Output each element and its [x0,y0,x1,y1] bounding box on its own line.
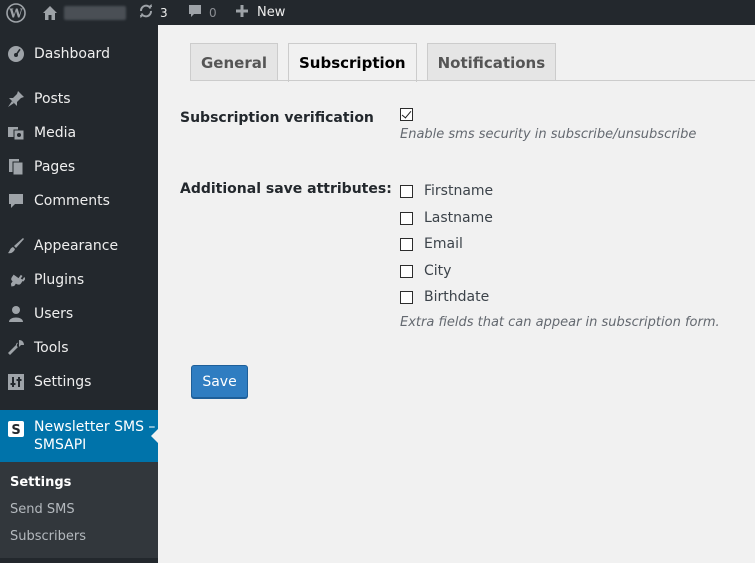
wrench-icon [6,338,26,358]
attribute-birthdate[interactable]: Birthdate [400,288,489,306]
sidebar-item-label: Plugins [34,272,85,288]
tab-subscription[interactable]: Subscription [288,43,417,82]
sidebar-item-label: Media [34,125,77,141]
attribute-email[interactable]: Email [400,235,463,253]
sidebar-item-tools[interactable]: Tools [0,331,158,365]
comments-link[interactable]: 0 [187,0,217,25]
submenu-item-subscribers[interactable]: Subscribers [0,523,158,550]
comment-bubble-icon [187,3,203,23]
home-icon[interactable] [42,0,58,25]
birthdate-checkbox[interactable] [400,290,413,304]
site-name-link[interactable] [64,6,126,20]
additional-attributes-label: Additional save attributes: [180,181,392,197]
firstname-checkbox[interactable] [400,184,413,198]
email-checkbox[interactable] [400,237,413,251]
user-icon [6,304,26,324]
tab-general[interactable]: General [190,43,278,81]
plugin-icon [6,270,26,290]
lastname-checkbox[interactable] [400,211,413,225]
sidebar-item-label: Newsletter SMS – SMSAPI [34,419,156,453]
svg-text:W: W [8,6,23,20]
comments-count: 0 [209,5,217,20]
tab-divider [190,80,755,81]
sidebar-item-plugins[interactable]: Plugins [0,263,158,297]
pin-icon [6,89,26,109]
subscription-verification-checkbox[interactable] [400,108,413,121]
sidebar-item-label: Comments [34,193,110,209]
brush-icon [6,236,26,256]
sidebar-item-newsletter-sms[interactable]: S Newsletter SMS – SMSAPI [0,410,159,462]
email-label: Email [424,236,463,252]
additional-attributes-description: Extra fields that can appear in subscrip… [400,315,720,330]
birthdate-label: Birthdate [424,289,490,305]
subscription-verification-field [400,107,413,122]
sidebar-item-settings[interactable]: Settings [0,365,158,399]
save-button[interactable]: Save [191,365,248,398]
updates-icon [138,3,154,23]
new-label: New [257,5,286,20]
smsapi-icon: S [6,419,26,439]
comment-icon [6,191,26,211]
admin-sidebar: Dashboard Posts Media Pages Comments App… [0,25,159,563]
sidebar-item-label: Pages [34,159,76,175]
settings-tabs: General Subscription Notifications [190,43,566,82]
updates-count: 3 [160,5,168,20]
submenu-item-send-sms[interactable]: Send SMS [0,496,158,523]
updates-link[interactable]: 3 [138,0,168,25]
lastname-label: Lastname [424,210,493,226]
submenu-item-settings[interactable]: Settings [0,469,158,496]
sidebar-item-label: Posts [34,91,71,107]
new-content-button[interactable]: New [235,0,285,25]
sidebar-item-label: Settings [34,374,92,390]
city-label: City [424,263,452,279]
newsletter-submenu: Settings Send SMS Subscribers [0,462,158,558]
sidebar-item-label: Users [34,306,74,322]
firstname-label: Firstname [424,183,494,199]
sidebar-item-appearance[interactable]: Appearance [0,229,158,263]
sidebar-item-dashboard[interactable]: Dashboard [0,37,158,71]
subscription-verification-description: Enable sms security in subscribe/unsubsc… [400,127,697,142]
sidebar-item-users[interactable]: Users [0,297,158,331]
sidebar-item-comments[interactable]: Comments [0,184,158,218]
tab-notifications[interactable]: Notifications [426,43,557,81]
admin-bar: W 3 0 New [0,0,755,25]
plus-icon [235,4,249,22]
settings-icon [6,372,26,392]
sidebar-item-media[interactable]: Media [0,116,158,150]
attribute-firstname[interactable]: Firstname [400,182,493,200]
sidebar-item-label: Appearance [34,238,119,254]
subscription-verification-label: Subscription verification [180,110,374,126]
media-icon [6,123,26,143]
city-checkbox[interactable] [400,264,413,278]
sidebar-item-label: Dashboard [34,46,110,62]
attribute-city[interactable]: City [400,262,451,280]
sidebar-item-posts[interactable]: Posts [0,82,158,116]
pages-icon [6,157,26,177]
dashboard-icon [6,44,26,64]
svg-text:S: S [11,423,20,438]
main-content: General Subscription Notifications Subsc… [158,25,755,563]
attribute-lastname[interactable]: Lastname [400,209,493,227]
sidebar-item-pages[interactable]: Pages [0,150,158,184]
wordpress-logo-icon[interactable]: W [6,0,26,25]
sidebar-item-label: Tools [34,340,69,356]
